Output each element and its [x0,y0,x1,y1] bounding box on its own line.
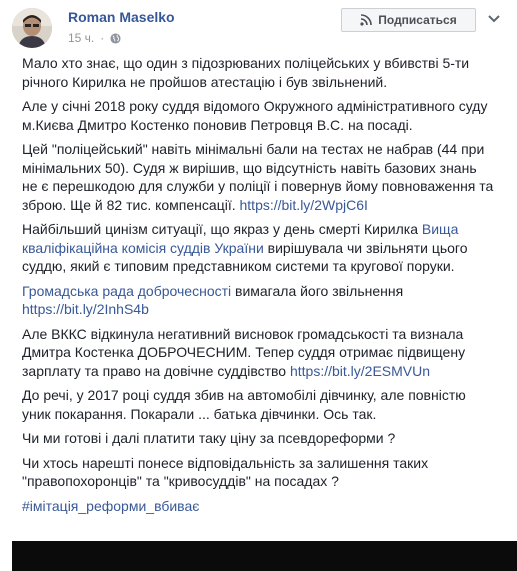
paragraph: До речі, у 2017 році суддя збив на автом… [22,387,466,422]
paragraph: Найбільший цинізм ситуації, що якраз у д… [22,221,468,274]
post-timestamp[interactable]: 15 ч. [68,31,94,45]
link[interactable]: https://bit.ly/2ESMVUn [290,363,430,379]
facebook-post: Roman Maselko 15 ч. · Подписаться Мало х… [0,0,517,571]
author-name[interactable]: Roman Maselko [68,9,175,25]
rss-icon [360,14,373,26]
page-link-grd[interactable]: Громадська рада доброчесності [22,283,231,299]
paragraph: Цей "поліцейський" навіть мінімальні бал… [22,141,494,213]
subscribe-label: Подписаться [378,13,457,27]
page-link-vkks-cont[interactable]: кваліфікаційна комісія суддів України [22,240,264,256]
avatar[interactable] [12,8,52,48]
more-options-icon[interactable] [484,10,504,28]
paragraph: Чи хтось нарешті понесе відповідальність… [22,454,429,490]
hashtag-link[interactable]: #імітація_реформи_вбиває [22,498,199,514]
post-meta: 15 ч. · [68,31,121,45]
separator-dot: · [100,31,105,45]
paragraph: Але ВККС відкинула негативний висновок г… [22,325,466,379]
paragraph: Громадська рада доброчесності вимагала й… [22,282,404,318]
post-body: Мало хто знає, що один з підозрюваних по… [22,54,500,521]
page-link-vkks[interactable]: Вища [422,221,458,237]
paragraph: #імітація_реформи_вбиває [22,497,500,516]
link[interactable]: https://bit.ly/2InhS4b [22,301,149,317]
paragraph: Чи ми готові і далі платити таку ціну за… [22,430,396,446]
post-header: Roman Maselko 15 ч. · Подписаться [0,0,517,52]
subscribe-button[interactable]: Подписаться [341,8,476,32]
globe-icon [110,32,121,44]
attached-media[interactable] [12,541,517,571]
link[interactable]: https://bit.ly/2WpjC6I [240,197,368,213]
paragraph: Але у січні 2018 року суддя відомого Окр… [22,98,488,133]
paragraph: Мало хто знає, що один з підозрюваних по… [22,55,470,90]
